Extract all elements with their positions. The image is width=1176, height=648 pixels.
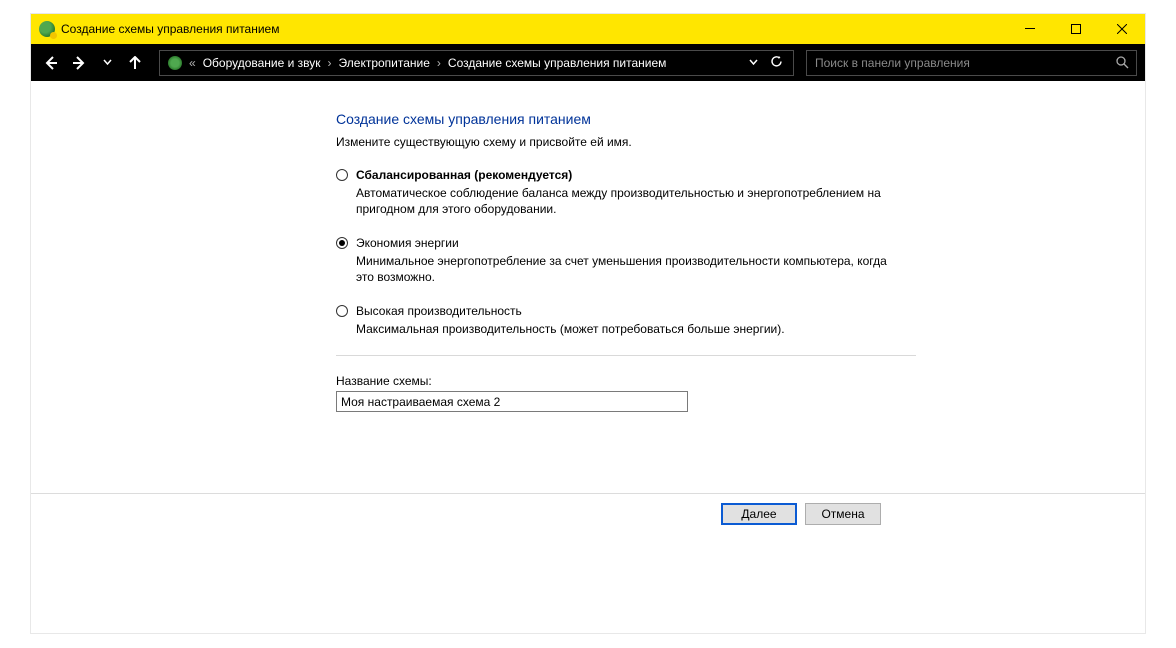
- breadcrumb[interactable]: « Оборудование и звук › Электропитание ›…: [159, 50, 794, 76]
- divider: [336, 355, 916, 356]
- maximize-button[interactable]: [1053, 14, 1099, 44]
- option-power-saver: Экономия энергии Минимальное энергопотре…: [336, 235, 916, 285]
- control-panel-icon: [168, 56, 182, 70]
- option-label[interactable]: Экономия энергии: [350, 235, 916, 251]
- option-label[interactable]: Высокая производительность: [350, 303, 916, 319]
- plan-options: Сбалансированная (рекомендуется) Автомат…: [336, 167, 916, 337]
- app-icon: [39, 21, 55, 37]
- option-balanced: Сбалансированная (рекомендуется) Автомат…: [336, 167, 916, 217]
- back-button[interactable]: [39, 51, 63, 75]
- window-controls: [1007, 14, 1145, 44]
- footer-bar: Далее Отмена: [31, 493, 1145, 533]
- page-subtitle: Измените существующую схему и присвойте …: [336, 135, 1145, 149]
- next-button[interactable]: Далее: [721, 503, 797, 525]
- chevron-right-icon: «: [186, 56, 199, 70]
- window-title: Создание схемы управления питанием: [61, 22, 279, 36]
- cancel-button[interactable]: Отмена: [805, 503, 881, 525]
- chevron-right-icon: ›: [325, 56, 335, 70]
- plan-name-label: Название схемы:: [336, 374, 1145, 388]
- page: Создание схемы управления питанием Измен…: [31, 81, 1145, 412]
- radio-power-saver[interactable]: [336, 237, 348, 249]
- search-input[interactable]: [807, 51, 1108, 75]
- option-high-performance: Высокая производительность Максимальная …: [336, 303, 916, 337]
- page-title: Создание схемы управления питанием: [336, 111, 1145, 127]
- radio-balanced[interactable]: [336, 169, 348, 181]
- close-button[interactable]: [1099, 14, 1145, 44]
- minimize-button[interactable]: [1007, 14, 1053, 44]
- content: Создание схемы управления питанием Измен…: [31, 81, 1145, 633]
- search-box[interactable]: [806, 50, 1137, 76]
- titlebar: Создание схемы управления питанием: [31, 14, 1145, 44]
- plan-name-input[interactable]: [336, 391, 688, 412]
- navbar: « Оборудование и звук › Электропитание ›…: [31, 44, 1145, 81]
- radio-high-performance[interactable]: [336, 305, 348, 317]
- option-label[interactable]: Сбалансированная (рекомендуется): [350, 167, 916, 183]
- breadcrumb-item-create-plan[interactable]: Создание схемы управления питанием: [448, 56, 666, 70]
- breadcrumb-item-hardware[interactable]: Оборудование и звук: [203, 56, 321, 70]
- option-desc: Автоматическое соблюдение баланса между …: [350, 185, 890, 217]
- up-button[interactable]: [123, 51, 147, 75]
- refresh-icon[interactable]: [770, 55, 783, 71]
- option-desc: Максимальная производительность (может п…: [350, 321, 890, 337]
- recent-dropdown[interactable]: [95, 51, 119, 75]
- forward-button[interactable]: [67, 51, 91, 75]
- breadcrumb-item-power[interactable]: Электропитание: [339, 56, 430, 70]
- chevron-down-icon[interactable]: [749, 56, 758, 70]
- window: Создание схемы управления питанием: [30, 13, 1146, 634]
- option-desc: Минимальное энергопотребление за счет ум…: [350, 253, 890, 285]
- chevron-right-icon: ›: [434, 56, 444, 70]
- search-icon[interactable]: [1108, 56, 1136, 69]
